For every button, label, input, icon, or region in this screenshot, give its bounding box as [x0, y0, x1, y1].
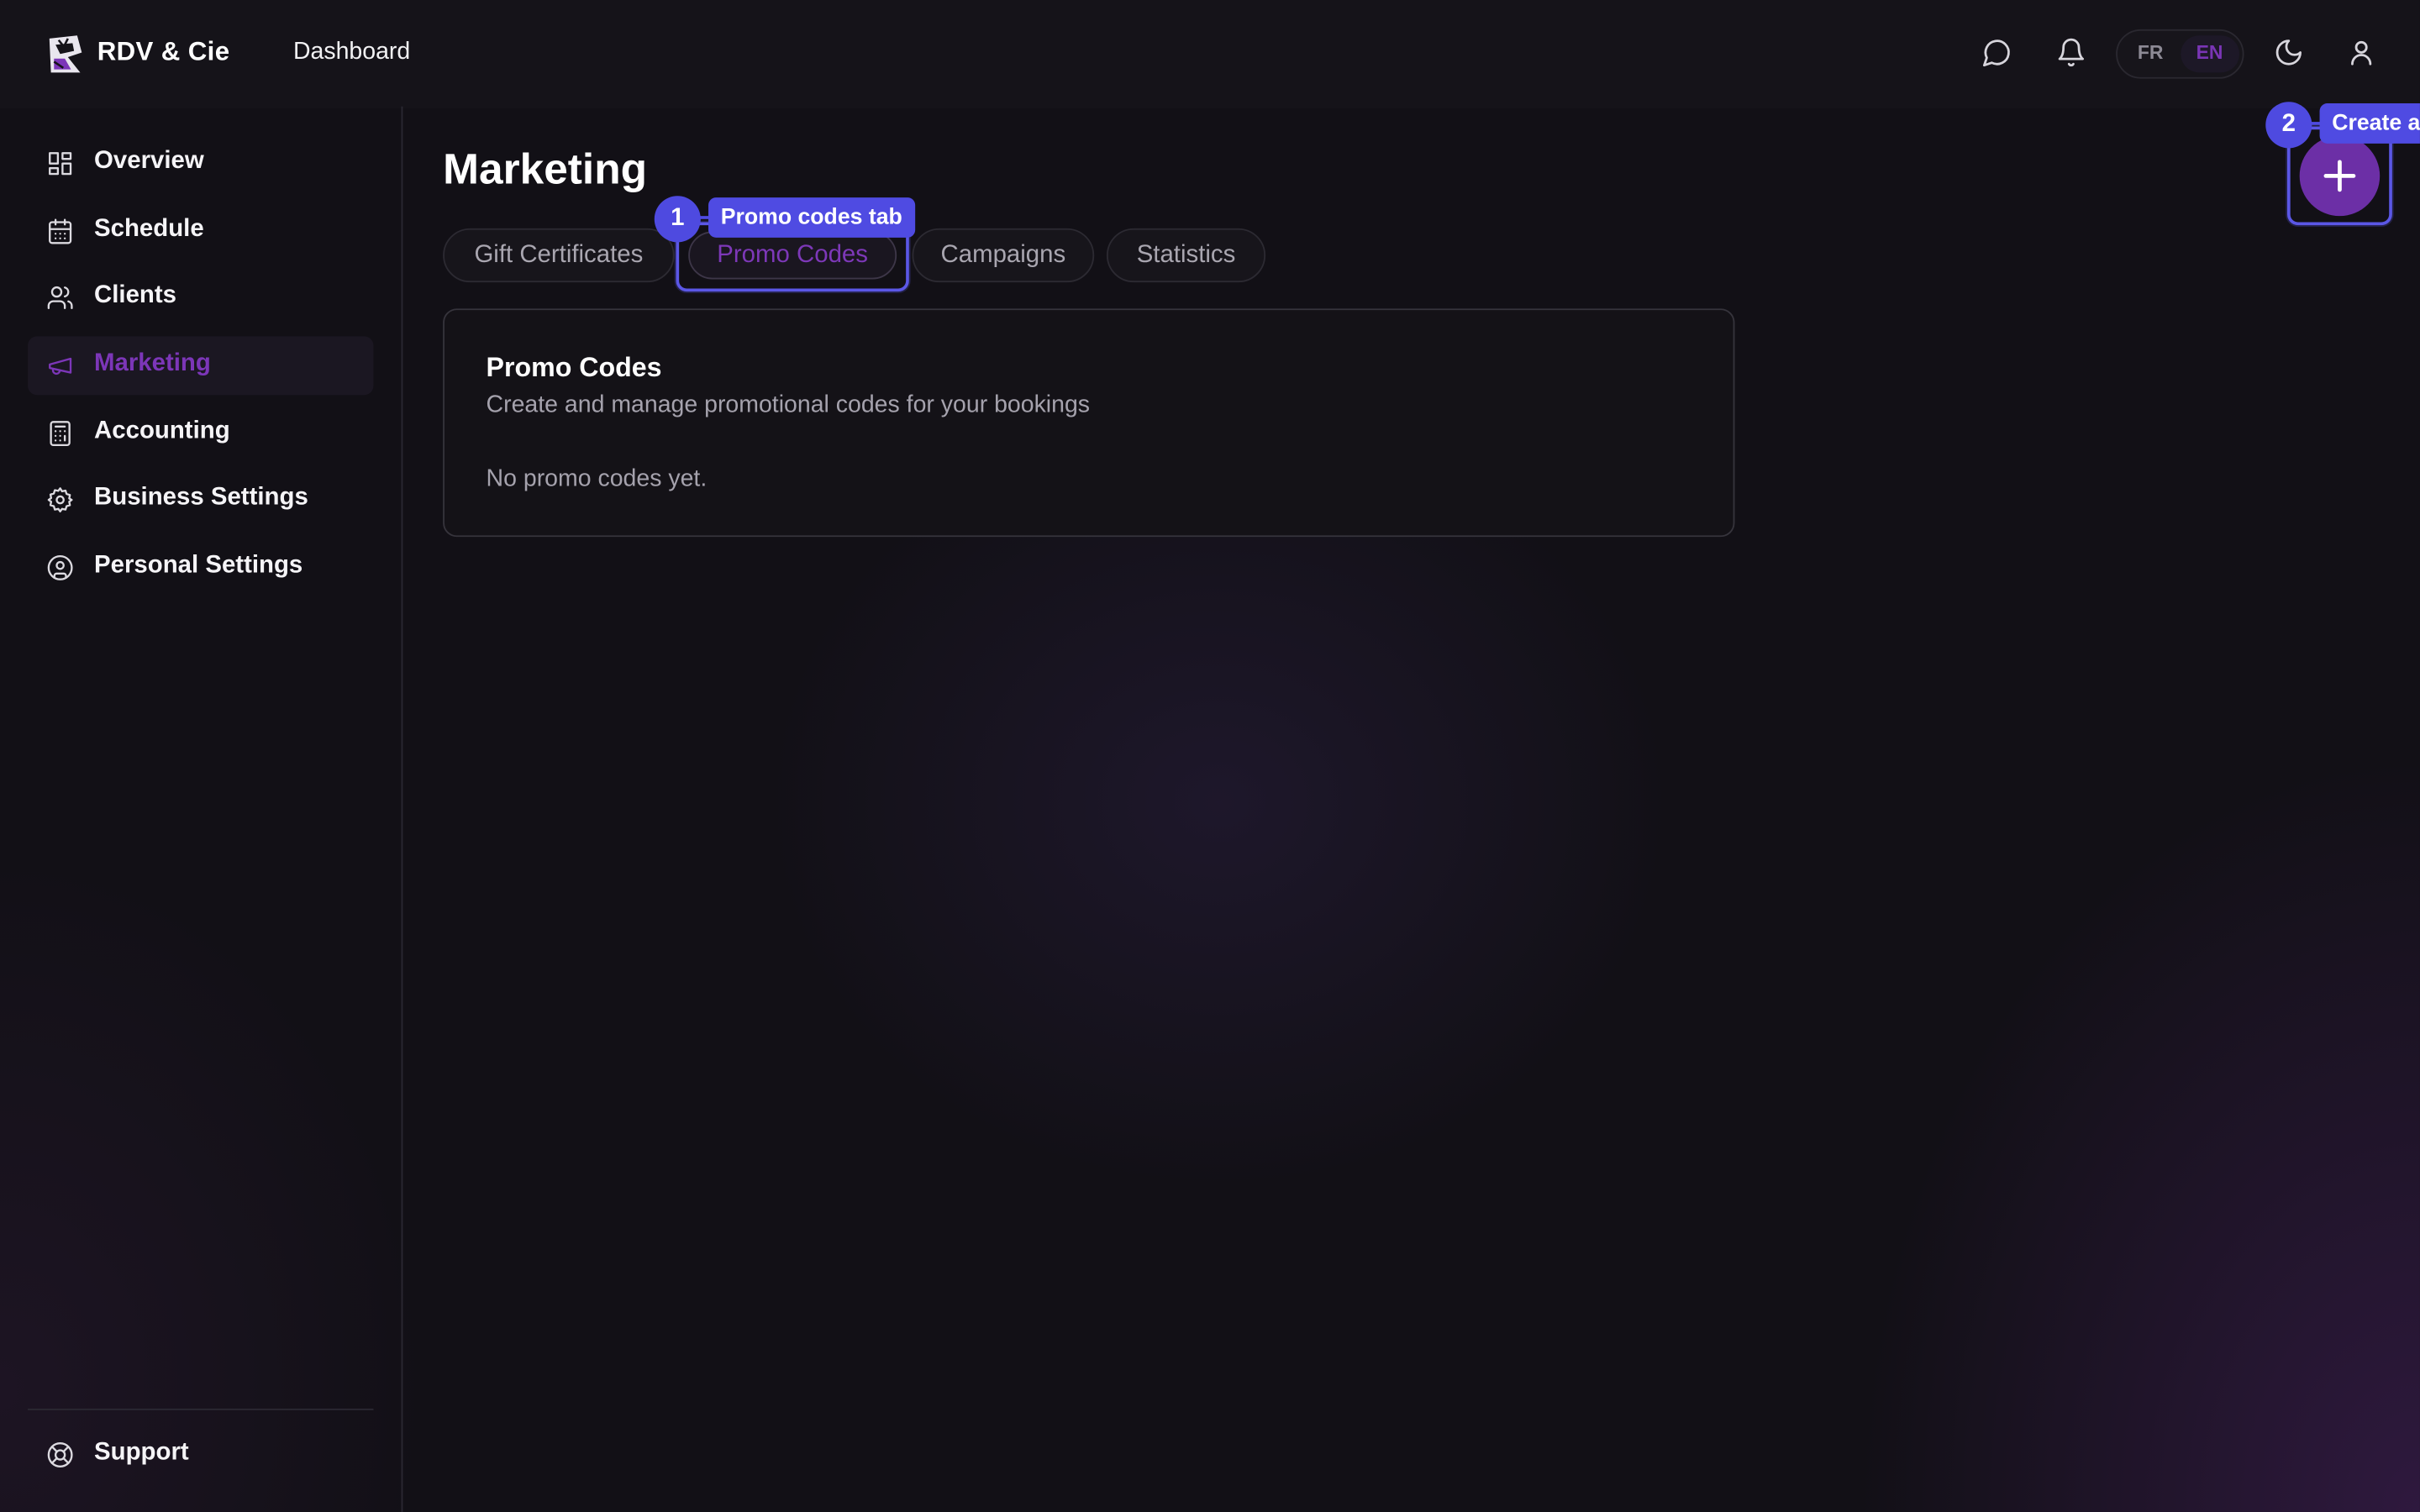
tab-statistics[interactable]: Statistics	[1106, 228, 1266, 283]
card-subtitle: Create and manage promotional codes for …	[486, 391, 1091, 418]
tab-gift-certificates[interactable]: Gift Certificates	[443, 228, 675, 283]
lifebuoy-icon	[46, 1441, 74, 1468]
annotation-number-badge: 2	[2265, 102, 2312, 149]
sidebar-item-personal-settings[interactable]: Personal Settings	[28, 538, 373, 597]
users-icon	[46, 284, 74, 312]
user-icon[interactable]	[2346, 37, 2377, 68]
language-switcher: FR EN	[2116, 29, 2244, 79]
annotation-number-badge: 1	[654, 196, 701, 243]
sidebar-divider	[28, 1408, 374, 1410]
sidebar-item-overview[interactable]: Overview	[28, 134, 373, 193]
language-option-en[interactable]: EN	[2196, 42, 2223, 64]
message-icon[interactable]	[1981, 37, 2012, 68]
plus-icon	[2323, 160, 2356, 192]
sidebar-item-clients[interactable]: Clients	[28, 269, 373, 328]
gear-icon	[46, 486, 74, 514]
sidebar-item-business-settings[interactable]: Business Settings	[28, 470, 373, 529]
app-root: RDV & Cie Dashboard FR EN Overview Sched…	[0, 0, 2420, 1512]
brand-logo-icon[interactable]	[46, 34, 83, 74]
language-option-fr[interactable]: FR	[2138, 42, 2164, 64]
sidebar: Overview Schedule Clients Marketing Acco…	[0, 106, 403, 1512]
annotation-label: Promo codes tab	[708, 197, 915, 238]
sidebar-item-support[interactable]: Support	[28, 1425, 373, 1484]
calculator-icon	[46, 420, 74, 448]
brand-name[interactable]: RDV & Cie	[97, 37, 230, 68]
sidebar-item-label: Support	[94, 1439, 189, 1466]
sidebar-item-label: Overview	[94, 148, 204, 175]
sidebar-item-marketing[interactable]: Marketing	[28, 336, 374, 396]
tab-promo-codes[interactable]: Promo Codes	[688, 231, 897, 280]
annotation-label: Create a	[2319, 103, 2420, 144]
calendar-icon	[46, 218, 74, 245]
sidebar-item-label: Schedule	[94, 216, 204, 243]
user-circle-icon	[46, 554, 74, 581]
sidebar-item-schedule[interactable]: Schedule	[28, 202, 373, 261]
sidebar-item-label: Business Settings	[94, 484, 308, 511]
grid-icon	[46, 150, 74, 177]
page-title: Marketing	[443, 144, 648, 193]
sidebar-item-label: Personal Settings	[94, 552, 303, 579]
bell-icon[interactable]	[2055, 37, 2086, 68]
nav-dashboard-link[interactable]: Dashboard	[293, 39, 410, 66]
create-promo-code-button[interactable]	[2299, 135, 2381, 217]
sidebar-item-label: Marketing	[94, 349, 211, 377]
promo-codes-card: Promo Codes Create and manage promotiona…	[443, 308, 1735, 538]
tab-campaigns[interactable]: Campaigns	[912, 228, 1095, 283]
top-header: RDV & Cie Dashboard FR EN	[0, 0, 2420, 107]
sidebar-item-label: Accounting	[94, 417, 230, 444]
sidebar-item-accounting[interactable]: Accounting	[28, 404, 373, 463]
sidebar-item-label: Clients	[94, 282, 177, 309]
megaphone-icon	[46, 352, 74, 380]
empty-state-text: No promo codes yet.	[486, 465, 708, 492]
card-title: Promo Codes	[486, 351, 662, 383]
moon-icon[interactable]	[2273, 37, 2304, 68]
